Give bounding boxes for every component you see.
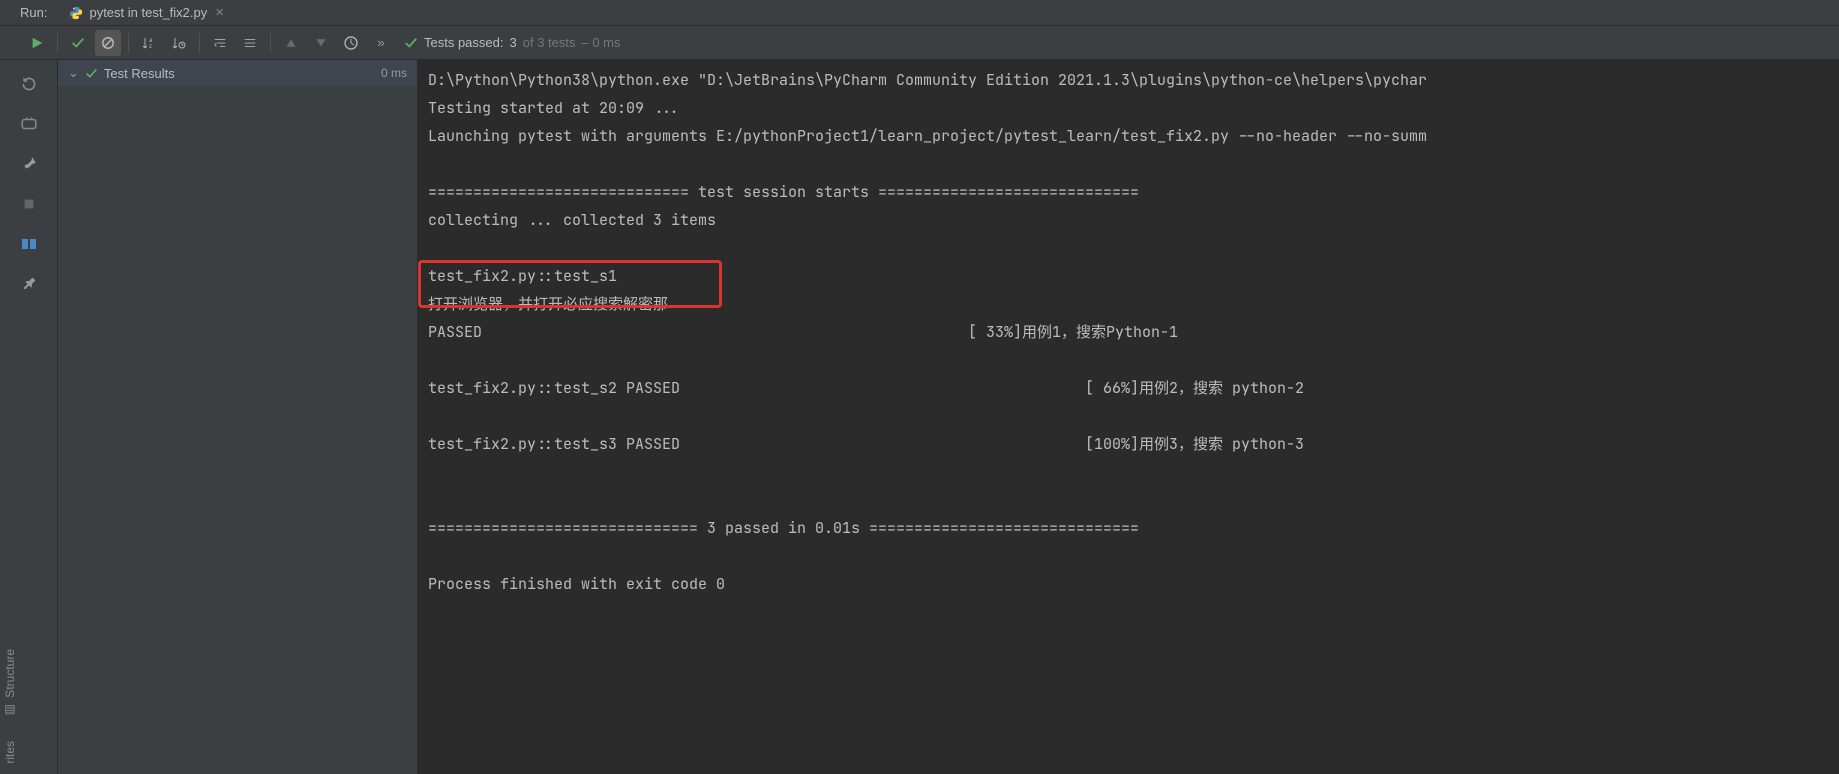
separator	[270, 33, 271, 53]
run-label: Run:	[20, 5, 47, 20]
python-icon	[69, 6, 83, 20]
check-icon	[404, 36, 418, 50]
close-icon[interactable]: ×	[215, 4, 224, 21]
more-button[interactable]: »	[368, 30, 394, 56]
structure-side-tab[interactable]: ▤ Structure	[3, 649, 17, 718]
tests-passed-count: 3	[510, 35, 517, 50]
show-passed-button[interactable]	[65, 30, 91, 56]
test-history-button[interactable]	[338, 30, 364, 56]
separator	[128, 33, 129, 53]
run-tabbar: Run: pytest in test_fix2.py ×	[0, 0, 1839, 26]
favorites-side-tab[interactable]: rites	[3, 741, 17, 764]
run-tab-title: pytest in test_fix2.py	[89, 5, 207, 20]
test-tree: ⌄ Test Results 0 ms	[58, 60, 418, 774]
side-tabs: ▤ Structure rites	[0, 649, 20, 764]
tests-time-label: – 0 ms	[581, 35, 620, 50]
next-failed-button[interactable]	[308, 30, 334, 56]
settings-icon[interactable]	[15, 150, 43, 178]
sort-duration-button[interactable]	[166, 30, 192, 56]
collapse-all-button[interactable]	[237, 30, 263, 56]
svg-text:z: z	[149, 44, 152, 50]
test-toolbar: az » Tests passed: 3 of 3 tests – 0 ms	[0, 26, 1839, 60]
chevron-down-icon: ⌄	[68, 65, 79, 81]
run-tab[interactable]: pytest in test_fix2.py ×	[61, 0, 232, 25]
main-area: ⌄ Test Results 0 ms D:\Python\Python38\p…	[0, 60, 1839, 774]
rerun-button[interactable]	[24, 30, 50, 56]
rerun-failed-icon[interactable]	[15, 70, 43, 98]
toggle-auto-test-icon[interactable]	[15, 110, 43, 138]
console-output[interactable]: D:\Python\Python38\python.exe "D:\JetBra…	[418, 60, 1839, 774]
separator	[57, 33, 58, 53]
layout-icon[interactable]	[15, 230, 43, 258]
tests-passed-label: Tests passed:	[424, 35, 504, 50]
check-icon	[85, 67, 98, 80]
tests-of-label: of 3 tests	[523, 35, 576, 50]
annotation-highlight	[418, 260, 722, 308]
tree-root-time: 0 ms	[381, 66, 407, 80]
prev-failed-button[interactable]	[278, 30, 304, 56]
tree-root-label: Test Results	[104, 66, 175, 81]
show-ignored-button[interactable]	[95, 30, 121, 56]
pin-icon[interactable]	[15, 270, 43, 298]
stop-icon[interactable]	[15, 190, 43, 218]
tree-root-row[interactable]: ⌄ Test Results 0 ms	[58, 60, 417, 86]
structure-icon: ▤	[4, 703, 15, 717]
separator	[199, 33, 200, 53]
sort-alphabetically-button[interactable]: az	[136, 30, 162, 56]
test-status: Tests passed: 3 of 3 tests – 0 ms	[404, 35, 621, 50]
structure-label: Structure	[3, 649, 17, 698]
expand-all-button[interactable]	[207, 30, 233, 56]
favorites-label: rites	[3, 741, 17, 764]
